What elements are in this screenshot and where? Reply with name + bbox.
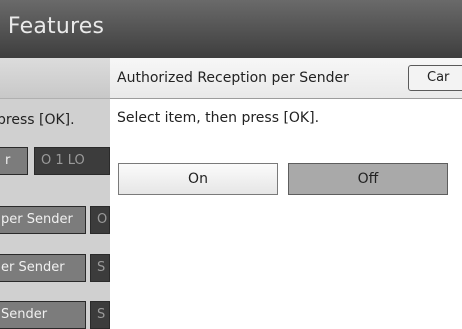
window-title: e Features bbox=[0, 14, 105, 39]
background-item-sender-side[interactable]: S bbox=[90, 301, 110, 329]
background-instruction: press [OK]. bbox=[0, 112, 75, 128]
window-title-bar: e Features bbox=[0, 0, 462, 58]
background-row1-right-button[interactable]: O 1 LO bbox=[34, 147, 110, 175]
background-row1-left-button[interactable]: r bbox=[0, 147, 28, 175]
background-panel-header bbox=[0, 58, 110, 99]
dialog-message: Select item, then press [OK]. bbox=[117, 110, 320, 126]
background-item-per-sender-side[interactable]: O bbox=[90, 206, 110, 234]
option-on-button[interactable]: On bbox=[118, 163, 278, 195]
background-item-per-sender[interactable]: per Sender bbox=[0, 206, 86, 234]
background-item-er-sender[interactable]: er Sender bbox=[0, 254, 86, 282]
background-item-er-sender-side[interactable]: S bbox=[90, 254, 110, 282]
cancel-button[interactable]: Car bbox=[408, 65, 462, 91]
option-off-button[interactable]: Off bbox=[288, 163, 448, 195]
dialog-title: Authorized Reception per Sender bbox=[117, 70, 349, 86]
background-item-sender[interactable]: Sender bbox=[0, 301, 86, 329]
